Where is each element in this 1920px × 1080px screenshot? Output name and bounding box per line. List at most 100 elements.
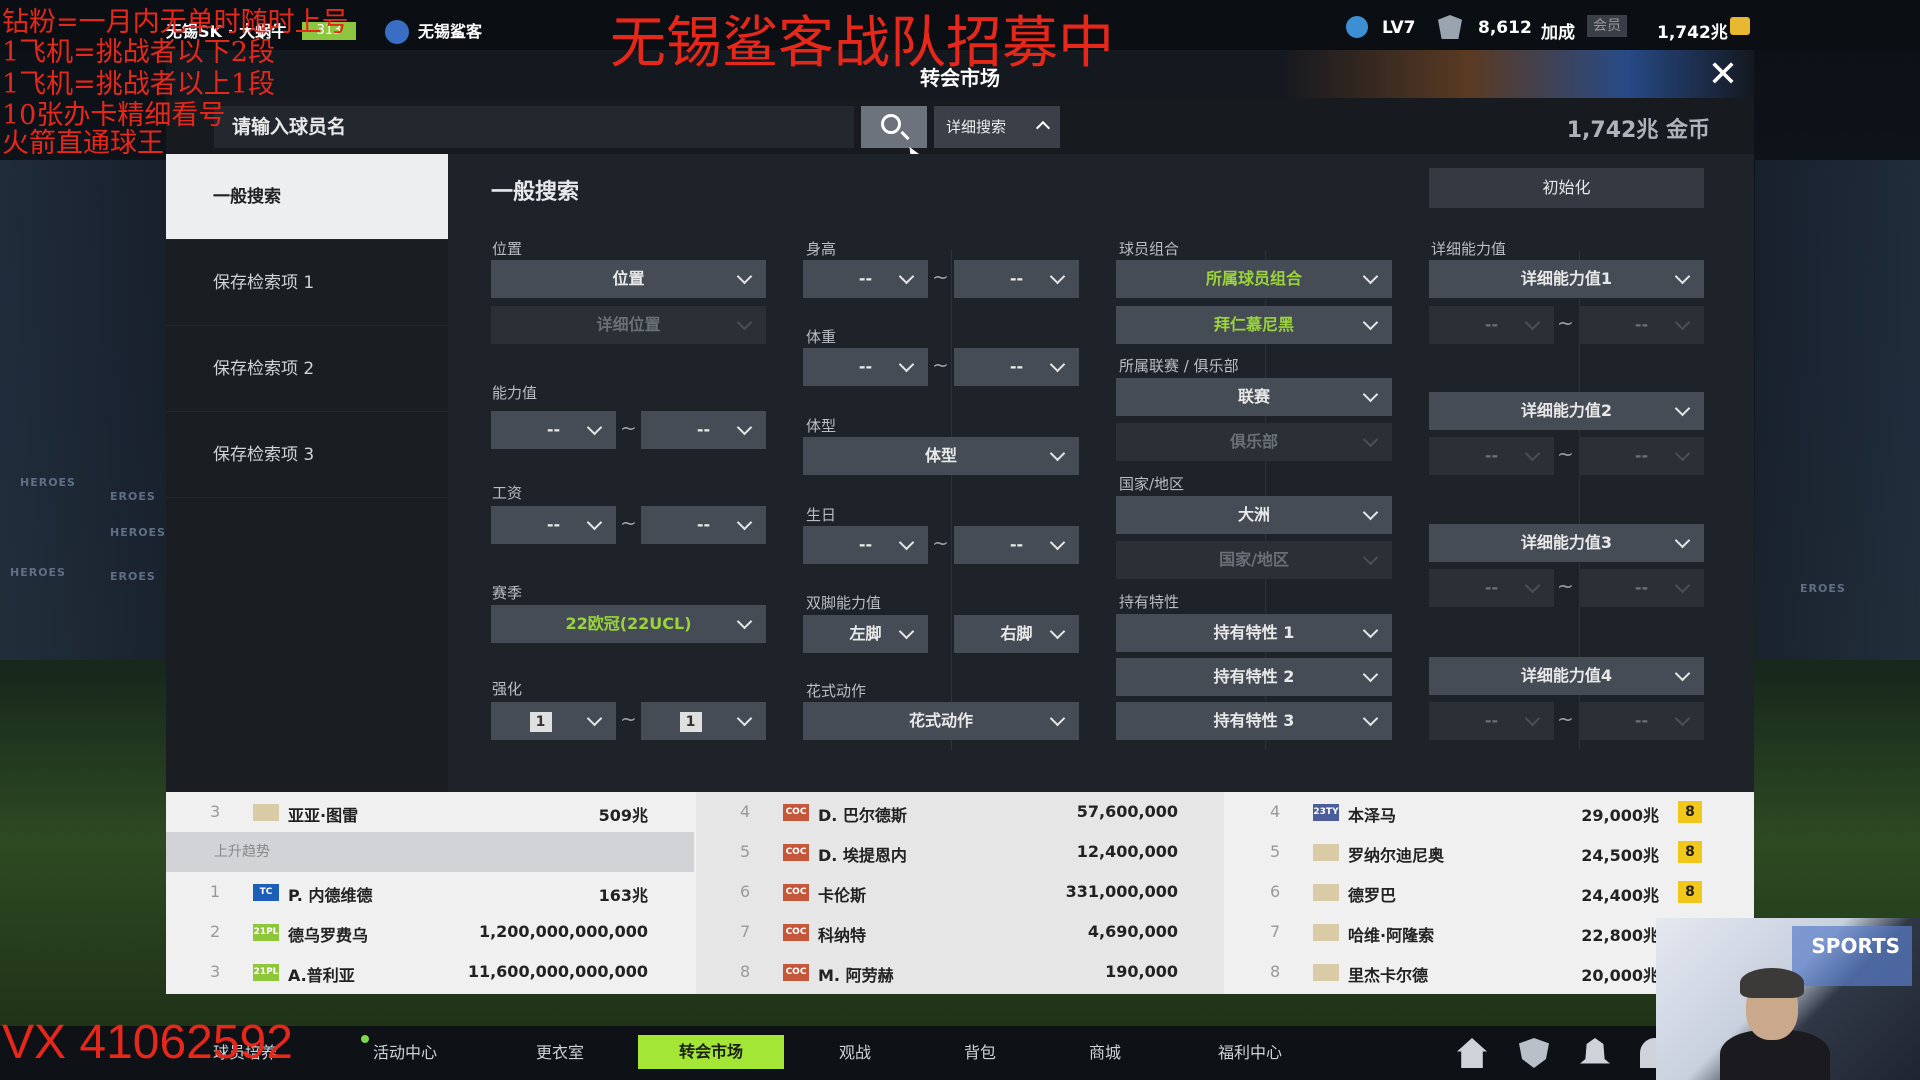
season-icon: 21PL xyxy=(253,924,279,941)
nav-spectate[interactable]: 观战 xyxy=(800,1026,910,1080)
position-dropdown[interactable]: 位置 xyxy=(491,260,766,298)
nav-locker-room[interactable]: 更衣室 xyxy=(505,1026,615,1080)
coin-balance: 1,742兆 xyxy=(1657,23,1728,43)
height-max-dropdown[interactable]: -- xyxy=(954,260,1079,298)
rank: 6 xyxy=(740,882,751,901)
body-type-label: 体型 xyxy=(806,417,837,435)
points-value: 8,612 xyxy=(1478,18,1532,38)
weight-min-dropdown[interactable]: -- xyxy=(803,348,928,386)
enhance-badge: 8 xyxy=(1678,881,1702,903)
table-row[interactable]: 7 COC 科纳特 4,690,000 xyxy=(696,912,1224,952)
detail-stat-1-max[interactable]: -- xyxy=(1579,306,1704,344)
skill-move-dropdown[interactable]: 花式动作 xyxy=(803,702,1079,740)
trait-1-dropdown[interactable]: 持有特性 1 xyxy=(1116,614,1392,652)
birthday-max-dropdown[interactable]: -- xyxy=(954,526,1079,564)
player-card-icon xyxy=(253,804,279,821)
body-type-dropdown[interactable]: 体型 xyxy=(803,437,1079,475)
height-min-dropdown[interactable]: -- xyxy=(803,260,928,298)
player-price: 12,400,000 xyxy=(1076,842,1178,861)
table-row[interactable]: 5 COC D. 埃提恩内 12,400,000 xyxy=(696,832,1224,872)
trait-2-dropdown[interactable]: 持有特性 2 xyxy=(1116,658,1392,696)
table-row[interactable]: 8 COC M. 阿劳赫 190,000 xyxy=(696,952,1224,992)
table-row[interactable]: 6 COC 卡伦斯 331,000,000 xyxy=(696,872,1224,912)
table-row[interactable]: 5 罗纳尔迪尼奥 24,500兆 8 xyxy=(1226,832,1754,872)
team-combo-dropdown[interactable]: 所属球员组合 xyxy=(1116,260,1392,298)
player-name: 本泽马 xyxy=(1348,806,1397,825)
club-dropdown[interactable]: 俱乐部 xyxy=(1116,423,1392,461)
detail-stat-4-min[interactable]: -- xyxy=(1429,702,1554,740)
background-stands-left xyxy=(0,160,166,660)
stadium-banner: EROES xyxy=(110,570,156,583)
salary-label: 工资 xyxy=(492,484,523,502)
table-row[interactable]: 2 21PL 德乌罗费乌 1,200,000,000,000 xyxy=(166,912,694,952)
player-name: 亚亚·图雷 xyxy=(288,806,359,825)
reset-button[interactable]: 初始化 xyxy=(1429,168,1704,208)
player-name: 罗纳尔迪尼奥 xyxy=(1348,846,1445,865)
enhance-max-dropdown[interactable]: 1 xyxy=(641,702,766,740)
detail-search-toggle[interactable]: 详细搜索 xyxy=(934,106,1060,148)
team-label: 无锡鲨客 xyxy=(418,22,483,41)
detail-stat-2-max[interactable]: -- xyxy=(1579,437,1704,475)
table-row[interactable]: 4 23TY 本泽马 29,000兆 8 xyxy=(1226,792,1754,832)
detail-stat-4-max[interactable]: -- xyxy=(1579,702,1704,740)
table-row[interactable]: 3 亚亚·图雷 509兆 xyxy=(166,792,694,832)
ability-max-dropdown[interactable]: -- xyxy=(641,411,766,449)
left-foot-dropdown[interactable]: 左脚 xyxy=(803,615,928,653)
sidebar-item-saved-2[interactable]: 保存检索项 2 xyxy=(166,326,448,412)
player-price: 29,000兆 xyxy=(1581,806,1659,825)
enhance-min-dropdown[interactable]: 1 xyxy=(491,702,616,740)
season-dropdown[interactable]: 22欧冠(22UCL) xyxy=(491,605,766,643)
sidebar-item-saved-3[interactable]: 保存检索项 3 xyxy=(166,412,448,498)
player-name: 哈维·阿隆索 xyxy=(1348,926,1435,945)
search-icon xyxy=(881,114,901,134)
nav-welfare-center[interactable]: 福利中心 xyxy=(1190,1026,1310,1080)
stadium-banner: HEROES xyxy=(20,476,76,489)
detail-stat-3-max[interactable]: -- xyxy=(1579,569,1704,607)
player-price: 24,400兆 xyxy=(1581,886,1659,905)
search-button[interactable] xyxy=(861,106,927,148)
table-row[interactable]: 6 德罗巴 24,400兆 8 xyxy=(1226,872,1754,912)
table-row[interactable]: 1 TC P. 内德维德 163兆 xyxy=(166,872,694,912)
detail-stat-2-min[interactable]: -- xyxy=(1429,437,1554,475)
birthday-min-dropdown[interactable]: -- xyxy=(803,526,928,564)
trait-3-dropdown[interactable]: 持有特性 3 xyxy=(1116,702,1392,740)
player-name-search-input[interactable]: 请输入球员名 xyxy=(214,106,854,148)
table-row[interactable]: 4 COC D. 巴尔德斯 57,600,000 xyxy=(696,792,1224,832)
detail-stat-2-dropdown[interactable]: 详细能力值2 xyxy=(1429,392,1704,430)
player-name: 德罗巴 xyxy=(1348,886,1397,905)
league-club-label: 所属联赛 / 俱乐部 xyxy=(1119,357,1239,375)
salary-min-dropdown[interactable]: -- xyxy=(491,506,616,544)
right-foot-dropdown[interactable]: 右脚 xyxy=(954,615,1079,653)
rank: 1 xyxy=(210,882,221,901)
detail-stat-1-dropdown[interactable]: 详细能力值1 xyxy=(1429,260,1704,298)
detail-position-dropdown[interactable]: 详细位置 xyxy=(491,306,766,344)
club-combo-dropdown[interactable]: 拜仁慕尼黑 xyxy=(1116,306,1392,344)
weight-max-dropdown[interactable]: -- xyxy=(954,348,1079,386)
sidebar-item-saved-1[interactable]: 保存检索项 1 xyxy=(166,240,448,326)
nav-backpack[interactable]: 背包 xyxy=(925,1026,1035,1080)
close-button[interactable]: ✕ xyxy=(1703,55,1743,95)
player-price: 24,500兆 xyxy=(1581,846,1659,865)
range-separator: ~ xyxy=(1557,442,1574,466)
player-price: 163兆 xyxy=(598,886,648,905)
nav-event-center[interactable]: 活动中心 xyxy=(350,1026,460,1080)
player-card-icon xyxy=(1313,924,1339,941)
detail-stat-4-dropdown[interactable]: 详细能力值4 xyxy=(1429,657,1704,695)
league-dropdown[interactable]: 联赛 xyxy=(1116,378,1392,416)
ability-label: 能力值 xyxy=(492,384,538,402)
nav-transfer-market[interactable]: 转会市场 xyxy=(638,1035,784,1069)
detail-stat-1-min[interactable]: -- xyxy=(1429,306,1554,344)
player-price: 331,000,000 xyxy=(1065,882,1178,901)
nation-dropdown[interactable]: 国家/地区 xyxy=(1116,541,1392,579)
rank: 6 xyxy=(1270,882,1281,901)
continent-dropdown[interactable]: 大洲 xyxy=(1116,496,1392,534)
sidebar-item-general-search[interactable]: 一般搜索 xyxy=(166,154,448,240)
nav-shop[interactable]: 商城 xyxy=(1050,1026,1160,1080)
detail-stat-3-min[interactable]: -- xyxy=(1429,569,1554,607)
ability-min-dropdown[interactable]: -- xyxy=(491,411,616,449)
salary-max-dropdown[interactable]: -- xyxy=(641,506,766,544)
table-row[interactable]: 3 21PL A.普利亚 11,600,000,000,000 xyxy=(166,952,694,992)
coin-balance-display: 1,742兆 金币 xyxy=(1566,118,1710,143)
position-label: 位置 xyxy=(492,240,523,258)
detail-stat-3-dropdown[interactable]: 详细能力值3 xyxy=(1429,524,1704,562)
